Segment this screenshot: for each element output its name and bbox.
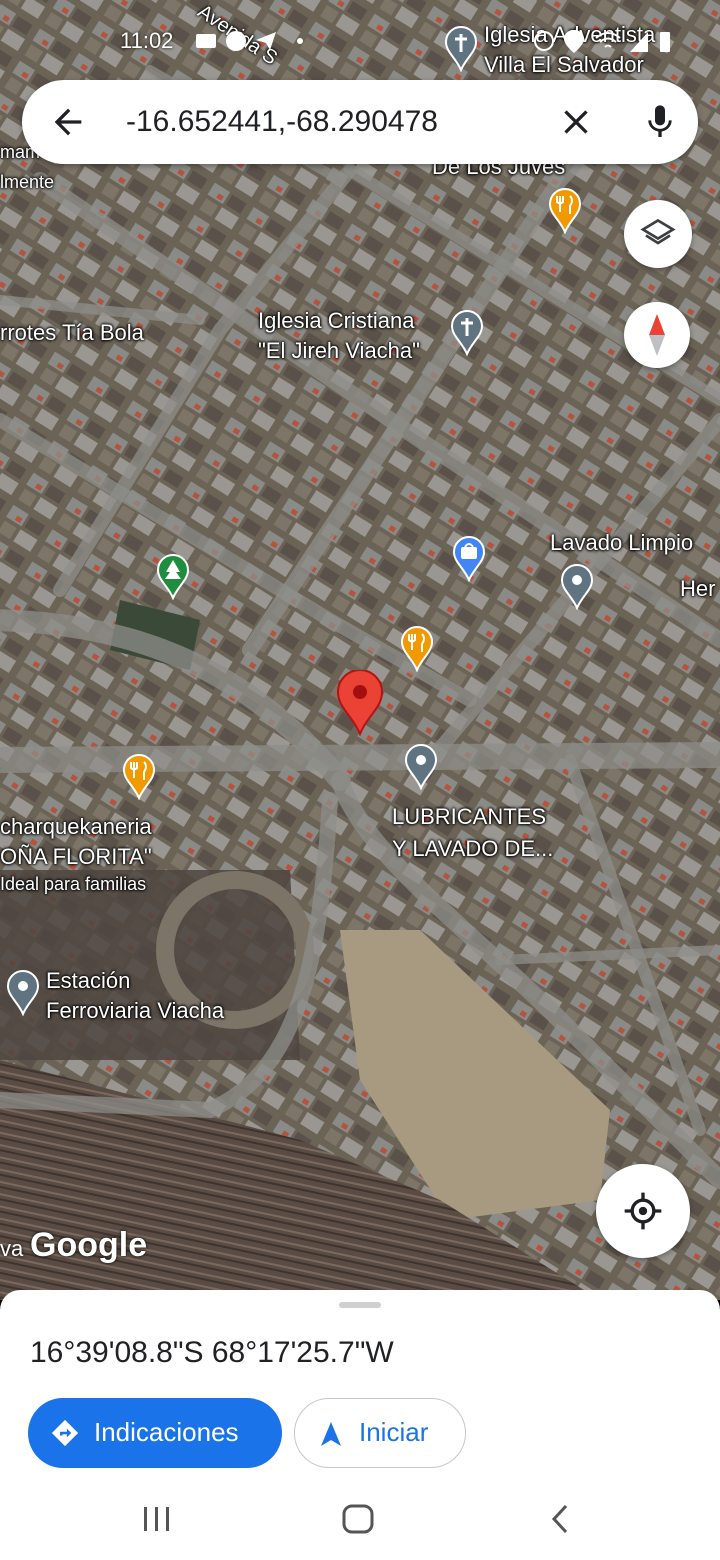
close-icon[interactable] [556, 102, 596, 142]
poi-label-estacion-sub[interactable]: Ferroviaria Viacha [46, 996, 224, 1026]
shopping-pin-icon[interactable] [452, 536, 486, 582]
my-location-icon [624, 1192, 662, 1230]
church-pin-icon-2[interactable] [450, 310, 484, 356]
directions-label: Indicaciones [94, 1417, 239, 1447]
directions-button[interactable]: Indicaciones [28, 1398, 282, 1468]
compass-button[interactable] [624, 302, 690, 368]
poi-label-lubricantes[interactable]: LUBRICANTES [392, 802, 546, 832]
coordinates-text: 16°39'08.8"S 68°17'25.7"W [30, 1336, 394, 1369]
search-query[interactable]: -16.652441,-68.290478 [126, 102, 438, 142]
home-icon[interactable] [342, 1504, 374, 1534]
directions-icon [51, 1419, 79, 1447]
back-icon[interactable] [548, 1504, 572, 1534]
attribution-prefix: va [0, 1236, 24, 1261]
navigation-arrow-icon [321, 1422, 341, 1446]
search-bar[interactable]: -16.652441,-68.290478 [22, 80, 698, 164]
layers-icon [640, 218, 676, 245]
poi-label-lubricantes-sub[interactable]: Y LAVADO DE... [392, 834, 553, 864]
recents-icon[interactable] [142, 1506, 172, 1532]
poi-label-lavado-limpio[interactable]: Lavado Limpio [550, 528, 693, 558]
poi-label-charquekaneria[interactable]: charquekaneria [0, 812, 152, 842]
my-location-button[interactable] [596, 1164, 690, 1258]
system-icons [534, 26, 684, 61]
satellite-imagery [0, 0, 720, 1300]
status-bar: 11:02 [0, 22, 720, 62]
place-pin-icon[interactable] [560, 564, 594, 610]
notification-icons-glyphs [196, 31, 303, 51]
map-canvas[interactable]: Iglesia Adventista Villa El Salvador De … [0, 0, 720, 1300]
dropped-pin-icon[interactable] [336, 670, 384, 736]
status-time: 11:02 [120, 28, 174, 53]
restaurant-pin-icon-3[interactable] [122, 754, 156, 800]
start-button[interactable]: Iniciar [294, 1398, 466, 1468]
place-pin-icon-2[interactable] [404, 744, 438, 790]
system-icons-glyphs [534, 30, 670, 53]
layers-button[interactable] [624, 200, 692, 268]
notification-icons [196, 26, 316, 62]
google-logo: Google [30, 1226, 148, 1264]
poi-label-iglesia-cristiana[interactable]: Iglesia Cristiana [258, 306, 415, 336]
back-arrow-icon[interactable] [48, 102, 88, 142]
start-label: Iniciar [359, 1417, 429, 1447]
compass-icon [649, 314, 665, 356]
microphone-icon[interactable] [640, 100, 680, 144]
system-navigation-bar [0, 1470, 720, 1560]
restaurant-pin-icon-2[interactable] [400, 626, 434, 672]
poi-label-ideal-familias: Ideal para familias [0, 874, 147, 894]
station-pin-icon[interactable] [6, 970, 40, 1016]
drag-handle[interactable] [339, 1302, 381, 1308]
poi-label-iglesia-cristiana-sub[interactable]: "El Jireh Viacha" [258, 336, 420, 366]
poi-label-lmente[interactable]: lmente [0, 170, 54, 194]
poi-label-tia-bola[interactable]: rrotes Tía Bola [0, 318, 144, 348]
restaurant-pin-icon[interactable] [548, 188, 582, 234]
poi-label-her[interactable]: Her [680, 574, 715, 604]
poi-label-estacion[interactable]: Estación [46, 966, 130, 996]
poi-label-dona-florita[interactable]: OÑA FLORITA" [0, 842, 152, 872]
park-pin-icon[interactable] [156, 554, 190, 600]
